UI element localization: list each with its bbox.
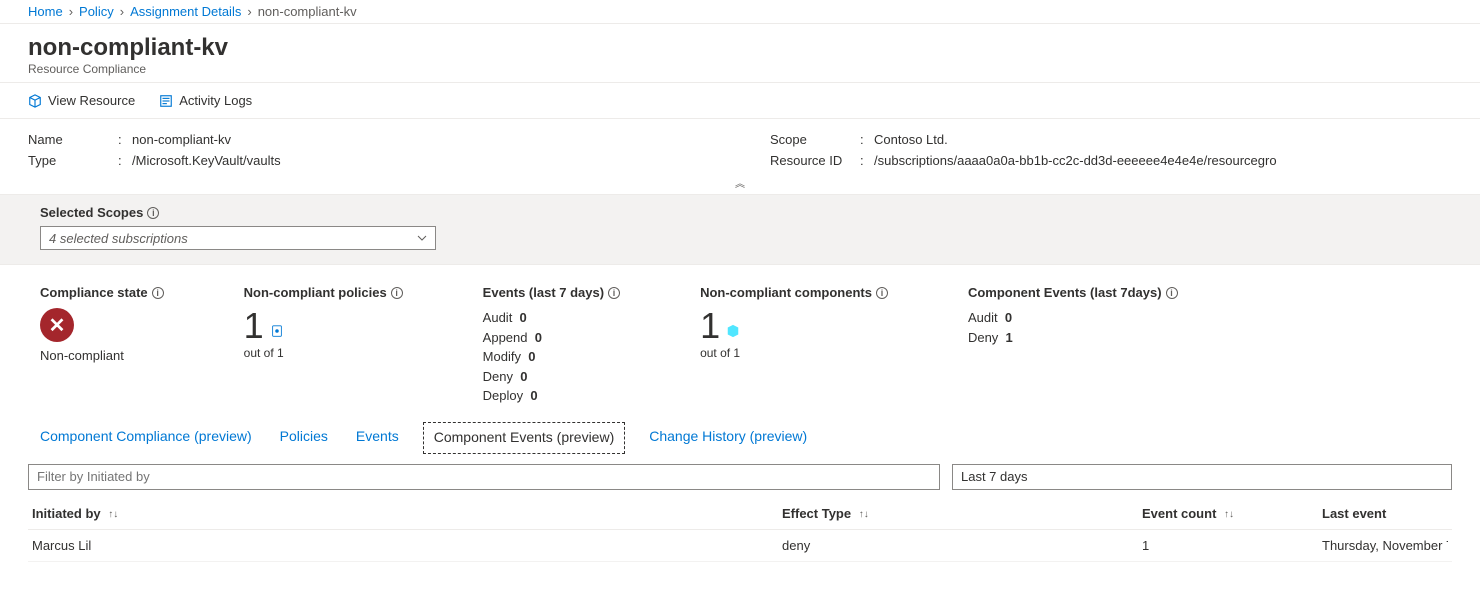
breadcrumb-current: non-compliant-kv <box>258 4 357 19</box>
noncompliant-policies-count: 1 <box>244 308 264 344</box>
activity-logs-label: Activity Logs <box>179 93 252 108</box>
chevron-right-icon: › <box>120 4 124 19</box>
view-resource-button[interactable]: View Resource <box>28 89 135 112</box>
event-audit-value: 0 <box>520 310 527 325</box>
tab-policies[interactable]: Policies <box>276 422 332 454</box>
event-append-label: Append <box>483 330 528 345</box>
detail-type-row: Type : /Microsoft.KeyVault/vaults <box>28 150 710 171</box>
compevent-deny-label: Deny <box>968 330 998 345</box>
col-header-initiated-label: Initiated by <box>32 506 101 521</box>
detail-scope-label: Scope <box>770 132 860 147</box>
details-panel: Name : non-compliant-kv Type : /Microsof… <box>0 119 1480 175</box>
chevron-right-icon: › <box>247 4 251 19</box>
compevent-deny-value: 1 <box>1006 330 1013 345</box>
chevron-right-icon: › <box>69 4 73 19</box>
compevent-audit-label: Audit <box>968 310 998 325</box>
tab-events[interactable]: Events <box>352 422 403 454</box>
detail-name-label: Name <box>28 132 118 147</box>
selected-scopes-dropdown[interactable]: 4 selected subscriptions <box>40 226 436 250</box>
selected-scopes-value: 4 selected subscriptions <box>49 231 188 246</box>
detail-scope-row: Scope : Contoso Ltd. <box>770 129 1452 150</box>
info-icon[interactable]: i <box>391 287 403 299</box>
event-audit-label: Audit <box>483 310 513 325</box>
info-icon[interactable]: i <box>1166 287 1178 299</box>
selected-scopes-heading: Selected Scopes <box>40 205 143 220</box>
noncompliant-policies-outof: out of 1 <box>244 346 403 360</box>
noncompliant-policies-heading: Non-compliant policies <box>244 285 387 300</box>
chevron-down-icon <box>417 233 427 243</box>
cell-last: Thursday, November 7, <box>1322 538 1448 553</box>
filter-initiated-by-input[interactable] <box>28 464 940 490</box>
sort-icon: ↑↓ <box>108 509 118 520</box>
event-modify-value: 0 <box>528 349 535 364</box>
sort-icon: ↑↓ <box>1224 509 1234 520</box>
detail-scope-value: Contoso Ltd. <box>874 132 948 147</box>
summary-row: Compliance state i Non-compliant Non-com… <box>0 265 1480 418</box>
breadcrumb: Home › Policy › Assignment Details › non… <box>0 0 1480 24</box>
event-deny-value: 0 <box>520 369 527 384</box>
tab-component-events[interactable]: Component Events (preview) <box>423 422 626 454</box>
detail-type-value: /Microsoft.KeyVault/vaults <box>132 153 281 168</box>
detail-resid-row: Resource ID : /subscriptions/aaaa0a0a-bb… <box>770 150 1452 171</box>
page-subtitle: Resource Compliance <box>28 62 1452 76</box>
time-range-dropdown[interactable]: Last 7 days <box>952 464 1452 490</box>
event-append-value: 0 <box>535 330 542 345</box>
col-header-count-label: Event count <box>1142 506 1216 521</box>
events-7days-heading: Events (last 7 days) <box>483 285 604 300</box>
tab-component-compliance[interactable]: Component Compliance (preview) <box>36 422 256 454</box>
view-resource-label: View Resource <box>48 93 135 108</box>
cell-effect: deny <box>782 538 1142 553</box>
tab-bar: Component Compliance (preview) Policies … <box>0 418 1480 454</box>
component-icon <box>726 324 740 338</box>
detail-name-value: non-compliant-kv <box>132 132 231 147</box>
col-header-last-label: Last event <box>1322 506 1386 521</box>
info-icon[interactable]: i <box>608 287 620 299</box>
col-header-count[interactable]: Event count ↑↓ <box>1142 506 1322 521</box>
component-events-heading: Component Events (last 7days) <box>968 285 1162 300</box>
noncompliant-components-heading: Non-compliant components <box>700 285 872 300</box>
event-deny-label: Deny <box>483 369 513 384</box>
policy-icon <box>270 324 284 338</box>
table-row[interactable]: Marcus Lil deny 1 Thursday, November 7, <box>28 530 1452 562</box>
toolbar: View Resource Activity Logs <box>0 82 1480 119</box>
compliance-state-value: Non-compliant <box>40 348 164 363</box>
event-deploy-label: Deploy <box>483 388 523 403</box>
noncompliant-components-count: 1 <box>700 308 720 344</box>
compevent-audit-value: 0 <box>1005 310 1012 325</box>
time-range-value: Last 7 days <box>961 469 1028 484</box>
noncompliant-components-outof: out of 1 <box>700 346 888 360</box>
detail-resid-value: /subscriptions/aaaa0a0a-bb1b-cc2c-dd3d-e… <box>874 153 1277 168</box>
info-icon[interactable]: i <box>876 287 888 299</box>
title-block: non-compliant-kv Resource Compliance <box>0 24 1480 82</box>
col-header-initiated[interactable]: Initiated by ↑↓ <box>32 506 782 521</box>
events-table: Initiated by ↑↓ Effect Type ↑↓ Event cou… <box>0 490 1480 562</box>
selected-scopes-panel: Selected Scopes i 4 selected subscriptio… <box>0 194 1480 265</box>
page-title: non-compliant-kv <box>28 34 1452 62</box>
breadcrumb-home[interactable]: Home <box>28 4 63 19</box>
log-icon <box>159 94 173 108</box>
noncompliant-icon <box>40 308 74 342</box>
sort-icon: ↑↓ <box>859 509 869 520</box>
filter-row: Last 7 days <box>0 454 1480 490</box>
tab-change-history[interactable]: Change History (preview) <box>645 422 811 454</box>
detail-resid-label: Resource ID <box>770 153 860 168</box>
breadcrumb-policy[interactable]: Policy <box>79 4 114 19</box>
cube-icon <box>28 94 42 108</box>
breadcrumb-assignment-details[interactable]: Assignment Details <box>130 4 241 19</box>
activity-logs-button[interactable]: Activity Logs <box>159 89 252 112</box>
detail-name-row: Name : non-compliant-kv <box>28 129 710 150</box>
event-deploy-value: 0 <box>530 388 537 403</box>
info-icon[interactable]: i <box>147 207 159 219</box>
cell-initiated: Marcus Lil <box>32 538 782 553</box>
info-icon[interactable]: i <box>152 287 164 299</box>
cell-count: 1 <box>1142 538 1322 553</box>
col-header-last[interactable]: Last event <box>1322 506 1448 521</box>
detail-type-label: Type <box>28 153 118 168</box>
event-modify-label: Modify <box>483 349 521 364</box>
compliance-state-heading: Compliance state <box>40 285 148 300</box>
col-header-effect[interactable]: Effect Type ↑↓ <box>782 506 1142 521</box>
collapse-chevron[interactable]: ︽ <box>0 175 1480 194</box>
col-header-effect-label: Effect Type <box>782 506 851 521</box>
